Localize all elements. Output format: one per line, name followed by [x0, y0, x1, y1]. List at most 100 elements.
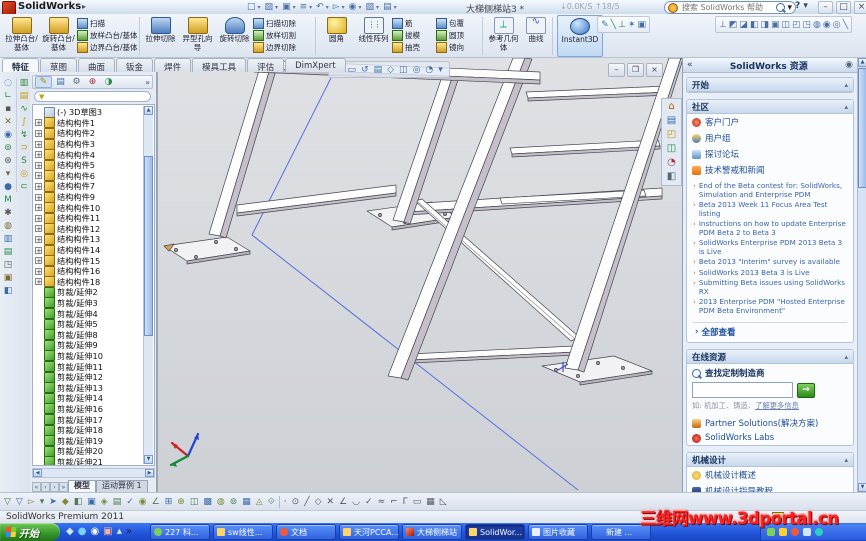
command-manager-tab[interactable]: 特征 [2, 58, 40, 73]
taskbar-button[interactable]: 天河PCCA... [339, 524, 399, 540]
filter-toolbar-icon[interactable]: ◧ [74, 497, 83, 507]
sketch-snap-icon[interactable]: ▦ [426, 497, 435, 507]
filter-toolbar-icon[interactable]: ◆ [62, 497, 69, 507]
standard-toolbar-icon[interactable]: ▨ [264, 2, 275, 12]
view-toolbar-icon[interactable]: ╲ [843, 20, 848, 30]
view-tool-icon[interactable]: ↺ [361, 65, 369, 75]
ribbon-small-button[interactable]: 抽壳 [392, 42, 436, 53]
ribbon-small-button[interactable]: 镜向 [436, 42, 480, 53]
mini-toolbar-icon[interactable]: ▣ [637, 20, 646, 30]
toolbar-icon[interactable]: M [4, 195, 12, 205]
toolbar-icon[interactable]: ↯ [20, 130, 28, 140]
filter-toolbar-icon[interactable]: ◉ [139, 497, 147, 507]
sketch-snap-icon[interactable]: ◺ [440, 497, 447, 507]
toolbar-icon[interactable]: ▤ [4, 247, 13, 257]
view-palette-tab-icon[interactable]: ◫ [667, 143, 676, 155]
view-toolbar-icon[interactable]: ◫ [781, 20, 790, 30]
ribbon-small-button[interactable]: 扫描切除 [253, 18, 313, 29]
section-header[interactable]: 社区 ▴ [687, 100, 853, 114]
search-input[interactable] [680, 2, 775, 13]
expand-icon[interactable]: + [35, 182, 42, 190]
expand-icon[interactable]: + [35, 140, 42, 148]
toolbar-icon[interactable]: ⊃ [20, 143, 28, 153]
standard-toolbar-icon[interactable]: □ [246, 2, 257, 12]
sketch-snap-icon[interactable]: ◇ [315, 497, 322, 507]
scrollbar-thumb[interactable] [144, 156, 153, 336]
filter-toolbar-icon[interactable]: ◫ [190, 497, 199, 507]
filter-toolbar-icon[interactable]: ▽ [4, 497, 11, 507]
view-toolbar-icon[interactable]: ◩ [729, 20, 738, 30]
toolbar-icon[interactable]: ▣ [4, 273, 13, 283]
toolbar-icon[interactable]: ▥ [20, 78, 29, 88]
fillet-button[interactable]: 圆角 [318, 15, 355, 57]
view-tool-icon[interactable]: ◔ [425, 65, 433, 75]
base-plate-left[interactable] [163, 236, 251, 265]
sketch-snap-icon[interactable]: ✓ [365, 497, 373, 507]
quick-launch-icon[interactable]: ◆ [66, 525, 74, 538]
command-manager-tab[interactable]: 焊件 [154, 58, 192, 73]
search-icon[interactable] [776, 3, 786, 12]
tray-icon[interactable] [779, 528, 787, 536]
standard-toolbar-icon[interactable]: ▻ [332, 2, 341, 12]
dropdown-arrow-icon[interactable]: ▾ [326, 4, 329, 11]
configurationmanager-tab-icon[interactable]: ⚙ [69, 77, 84, 87]
scroll-down-icon[interactable]: ▼ [144, 455, 153, 464]
online-resource-link[interactable]: Partner Solutions(解决方案) [687, 415, 853, 431]
section-header[interactable]: 在线资源 ▴ [687, 350, 853, 364]
pin-icon[interactable]: ◉ [845, 60, 853, 70]
ribbon-small-button[interactable]: 放样凸台/基体 [77, 30, 137, 41]
view-toolbar-icon[interactable]: ◎ [833, 20, 841, 30]
extruded-cut-button[interactable]: 拉伸切除 [142, 15, 179, 57]
tray-icon[interactable] [767, 528, 775, 536]
filter-toolbar-icon[interactable]: ▻ [28, 497, 35, 507]
sketch-line[interactable] [251, 67, 579, 491]
filter-toolbar-icon[interactable]: ◍ [217, 497, 225, 507]
sketch-snap-icon[interactable]: ✕ [327, 497, 335, 507]
toolbar-icon[interactable]: ∟ [4, 91, 12, 101]
tab-model[interactable]: 模型 [68, 480, 96, 492]
toolbar-icon[interactable]: ✱ [4, 208, 12, 218]
toolbar-icon[interactable]: ◍ [4, 221, 12, 231]
section-header[interactable]: 机械设计 ▴ [687, 453, 853, 467]
filter-toolbar-icon[interactable]: ➤ [49, 497, 57, 507]
sketch-snap-icon[interactable]: ◡ [352, 497, 360, 507]
appearances-tab-icon[interactable]: ◔ [667, 157, 676, 169]
news-link[interactable]: › 2013 Enterprise PDM "Hosted Enterprise … [693, 297, 849, 315]
filter-toolbar-icon[interactable]: ▦ [242, 497, 251, 507]
graphics-area[interactable]: ⊕▭↺▤◇◫◎◔▾ – ❐ × ⌂ ▤ ◰ ◫ ◔ ◧ [157, 58, 682, 492]
custom-properties-tab-icon[interactable]: ◧ [667, 171, 676, 183]
view-tool-icon[interactable]: ◇ [387, 65, 394, 75]
view-toolbar-icon[interactable]: ◰ [792, 20, 801, 30]
mini-toolbar-icon[interactable]: ✶ [628, 20, 636, 30]
tree-vertical-scrollbar[interactable]: ▲ ▼ [143, 106, 153, 464]
section-header[interactable]: 开始 ▴ [687, 78, 853, 92]
section-chevron-icon[interactable]: ▴ [844, 103, 848, 111]
expand-icon[interactable]: + [35, 257, 42, 265]
toolbar-icon[interactable]: ▪ [5, 104, 11, 114]
command-manager-tab[interactable]: 曲面 [78, 58, 116, 73]
filter-toolbar-icon[interactable]: ⊞ [165, 497, 173, 507]
featuremanager-tab-icon[interactable]: ✎ [35, 76, 52, 88]
tray-icon[interactable] [803, 528, 811, 536]
menu-flyout-arrow[interactable]: ▸ [82, 2, 86, 11]
quick-launch-icon[interactable]: ● [78, 525, 87, 538]
news-link[interactable]: › SolidWorks Enterprise PDM 2013 Beta 3 i… [693, 238, 849, 256]
sketch-snap-icon[interactable]: · [284, 497, 287, 507]
expand-icon[interactable]: + [35, 246, 42, 254]
view-toolbar-icon[interactable]: ◍ [813, 20, 821, 30]
online-resource-link[interactable]: SolidWorks Labs [687, 431, 853, 445]
help-button[interactable]: ? ▾ [795, 1, 808, 11]
sketch-snap-icon[interactable]: ▭ [413, 497, 422, 507]
dropdown-arrow-icon[interactable]: ▾ [376, 4, 379, 11]
ribbon-small-button[interactable]: 边界凸台/基体 [77, 42, 137, 53]
standard-toolbar-icon[interactable]: ▣ [281, 2, 292, 12]
news-link[interactable]: › End of the Beta contest for: SolidWorks… [693, 181, 849, 199]
ribbon-small-button[interactable]: 放样切割 [253, 30, 313, 41]
dropdown-arrow-icon[interactable]: ▾ [258, 4, 261, 11]
filter-toolbar-icon[interactable]: ⊚ [230, 497, 238, 507]
model-canvas[interactable] [158, 58, 682, 492]
filter-toolbar-icon[interactable]: ▽ [16, 497, 23, 507]
view-all-link[interactable]: › 全部查看 [693, 322, 847, 342]
tab-motion-study[interactable]: 运动算例 1 [96, 480, 148, 492]
view-tool-icon[interactable]: ◫ [399, 65, 408, 75]
